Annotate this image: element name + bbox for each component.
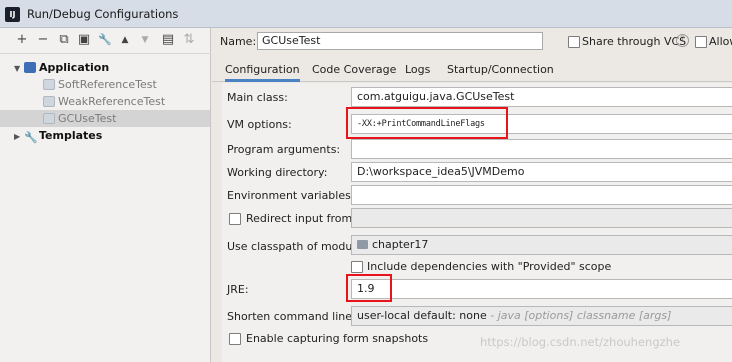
environment-variables-field[interactable] xyxy=(351,185,732,205)
tree-item-application[interactable]: ▼ Application xyxy=(14,59,109,76)
application-icon xyxy=(24,62,36,73)
window-title: Run/Debug Configurations xyxy=(27,7,179,21)
copy-icon[interactable]: ⧉ xyxy=(56,32,72,48)
highlight-box-vm-options xyxy=(346,107,508,139)
classpath-module-select[interactable]: chapter17 xyxy=(351,235,732,255)
jre-field[interactable]: 1.9 xyxy=(351,279,732,299)
module-folder-icon xyxy=(357,240,368,249)
run-config-icon xyxy=(43,79,55,90)
wrench-icon[interactable]: 🔧 xyxy=(97,32,113,48)
help-icon[interactable]: ? xyxy=(676,34,689,47)
program-arguments-field[interactable] xyxy=(351,139,732,159)
main-class-label: Main class: xyxy=(227,91,288,104)
share-vcs-label: Share through VCS xyxy=(582,35,687,48)
folder-icon[interactable]: ▤ xyxy=(160,32,176,48)
capture-form-snapshots-checkbox[interactable] xyxy=(229,333,241,345)
capture-form-snapshots-label: Enable capturing form snapshots xyxy=(246,332,429,345)
working-directory-field[interactable]: D:\workspace_idea5\JVMDemo xyxy=(351,162,732,182)
save-icon[interactable]: ▣ xyxy=(76,32,92,48)
program-arguments-label: Program arguments: xyxy=(227,143,341,156)
shorten-command-line-label: Shorten command line: xyxy=(227,310,356,323)
tree-item-gcusetest[interactable]: GCUseTest xyxy=(0,110,210,127)
remove-icon[interactable]: − xyxy=(35,32,51,48)
move-up-icon[interactable]: ▲ xyxy=(117,32,133,48)
run-config-icon xyxy=(43,96,55,107)
jre-label: JRE: xyxy=(227,283,249,296)
environment-variables-label: Environment variables: xyxy=(227,189,355,202)
sidebar: + − ⧉ ▣ 🔧 ▲ ▼ ▤ ⇅ ▼ Application SoftRefer… xyxy=(0,28,211,362)
tab-configuration[interactable]: Configuration xyxy=(225,62,300,82)
share-vcs-checkbox[interactable] xyxy=(568,36,580,48)
tab-code-coverage[interactable]: Code Coverage xyxy=(312,62,396,82)
intellij-app-icon: IJ xyxy=(5,7,20,22)
shorten-command-line-select[interactable]: user-local default: none - java [options… xyxy=(351,306,732,326)
tab-bar: Configuration Code Coverage Logs Startup… xyxy=(212,57,732,82)
wrench-icon: 🔧 xyxy=(24,131,38,144)
highlight-box-jre xyxy=(346,274,392,302)
vm-options-label: VM options: xyxy=(227,118,292,131)
allow-parallel-label: Allow xyxy=(709,35,732,48)
title-bar: IJ Run/Debug Configurations xyxy=(0,0,732,28)
configuration-panel: Main class: com.atguigu.java.GCUseTest V… xyxy=(222,83,732,362)
working-directory-label: Working directory: xyxy=(227,166,328,179)
tab-startup-connection[interactable]: Startup/Connection xyxy=(447,62,554,82)
chevron-right-icon[interactable]: ▶ xyxy=(14,128,24,145)
redirect-input-field xyxy=(351,208,732,228)
add-icon[interactable]: + xyxy=(14,32,30,48)
tree-item-templates[interactable]: ▶ 🔧Templates xyxy=(14,127,102,144)
name-label: Name: xyxy=(220,35,257,48)
sort-icon[interactable]: ⇅ xyxy=(181,32,197,48)
redirect-input-checkbox[interactable] xyxy=(229,213,241,225)
redirect-input-label: Redirect input from: xyxy=(246,212,356,225)
tree-item-softreferencetest[interactable]: SoftReferenceTest xyxy=(43,76,157,93)
move-down-icon[interactable]: ▼ xyxy=(137,32,153,48)
name-input[interactable]: GCUseTest xyxy=(257,32,543,50)
classpath-module-label: Use classpath of module: xyxy=(227,240,366,253)
watermark: https://blog.csdn.net/zhouhengzhe xyxy=(480,335,681,349)
main-class-field[interactable]: com.atguigu.java.GCUseTest xyxy=(351,87,732,107)
sidebar-toolbar: + − ⧉ ▣ 🔧 ▲ ▼ ▤ ⇅ xyxy=(0,28,211,54)
main-panel: Name: GCUseTest Share through VCS ? Allo… xyxy=(212,28,732,362)
tree-item-weakreferencetest[interactable]: WeakReferenceTest xyxy=(43,93,165,110)
run-config-icon xyxy=(43,113,55,124)
include-dependencies-checkbox[interactable] xyxy=(351,261,363,273)
include-dependencies-label: Include dependencies with "Provided" sco… xyxy=(367,260,612,273)
chevron-down-icon[interactable]: ▼ xyxy=(14,60,24,77)
allow-parallel-checkbox[interactable] xyxy=(695,36,707,48)
tab-logs[interactable]: Logs xyxy=(405,62,430,82)
